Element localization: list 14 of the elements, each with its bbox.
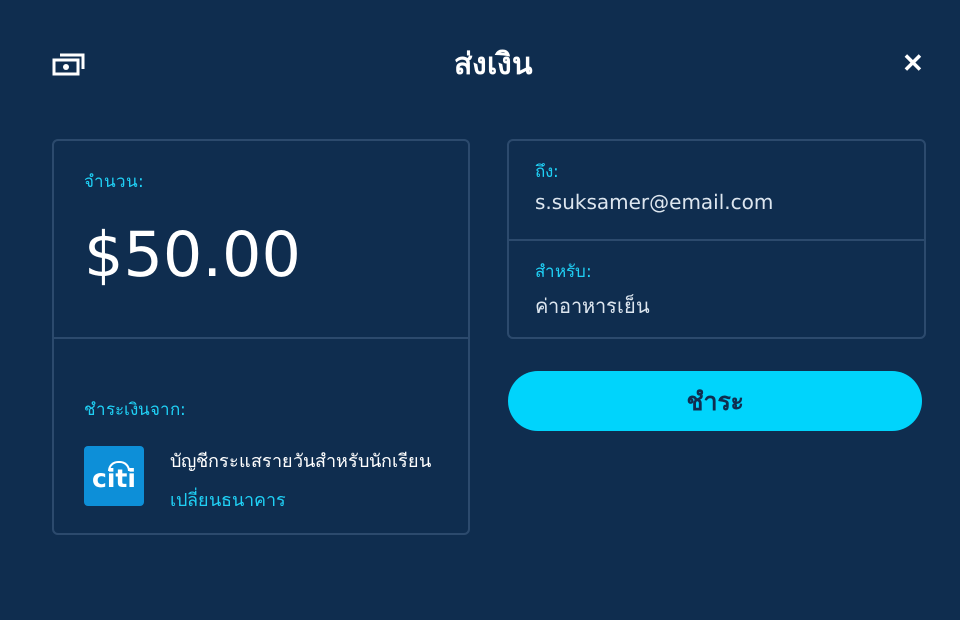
purpose-label: สำหรับ:	[535, 261, 593, 284]
amount-value: $50.00	[84, 224, 302, 286]
to-label: ถึง:	[535, 161, 560, 184]
money-icon	[52, 50, 85, 76]
amount-label: จำนวน:	[84, 171, 145, 194]
dialog-title: ส่งเงิน	[454, 46, 533, 84]
account-name: บัญชีกระแสรายวันสำหรับนักเรียน	[170, 450, 431, 474]
close-button[interactable]: ✕	[902, 50, 924, 76]
bank-logo: citi	[84, 446, 144, 506]
recipient-email: s.suksamer@email.com	[535, 190, 774, 214]
pay-from-label: ชำระเงินจาก:	[84, 399, 187, 422]
pay-button[interactable]: ชำระ	[508, 371, 922, 431]
change-bank-link[interactable]: เปลี่ยนธนาคาร	[170, 485, 286, 514]
purpose-value: ค่าอาหารเย็น	[535, 293, 651, 320]
